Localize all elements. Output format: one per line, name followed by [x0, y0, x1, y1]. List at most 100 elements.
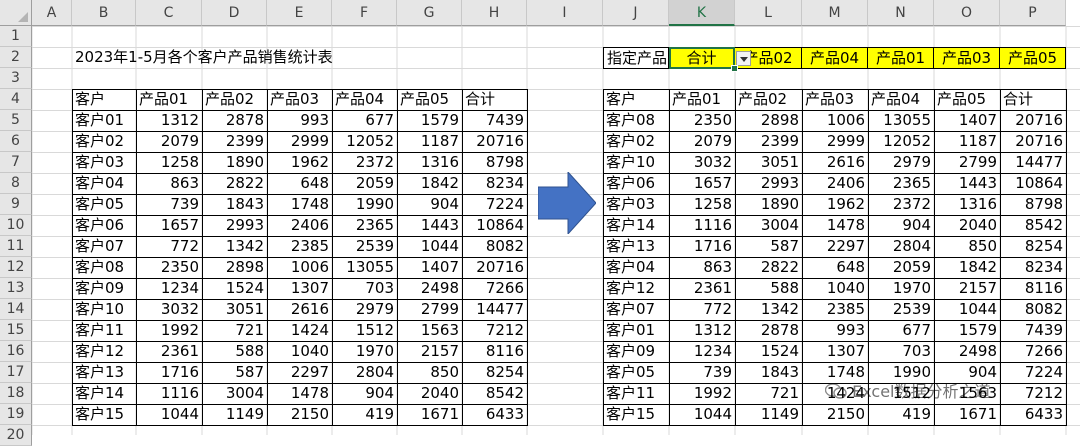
- row-header-14[interactable]: 14: [0, 299, 32, 320]
- source-customer-cell[interactable]: 客户06: [72, 215, 137, 237]
- column-header-D[interactable]: D: [202, 0, 267, 26]
- sorted-value-cell[interactable]: 1006: [802, 110, 869, 132]
- source-value-cell[interactable]: 1407: [397, 257, 463, 279]
- source-value-cell[interactable]: 8798: [462, 152, 528, 174]
- row-header-15[interactable]: 15: [0, 320, 32, 341]
- source-value-cell[interactable]: 772: [136, 236, 203, 258]
- sorted-value-cell[interactable]: 20716: [1000, 131, 1067, 153]
- source-value-cell[interactable]: 2999: [267, 131, 333, 153]
- row-header-5[interactable]: 5: [0, 110, 32, 131]
- sorted-value-cell[interactable]: 2350: [669, 110, 736, 132]
- sorted-value-cell[interactable]: 2040: [934, 215, 1001, 237]
- sorted-value-cell[interactable]: 2804: [868, 236, 935, 258]
- sorted-value-cell[interactable]: 863: [669, 257, 736, 279]
- source-value-cell[interactable]: 1187: [397, 131, 463, 153]
- sorted-value-cell[interactable]: 2616: [802, 152, 869, 174]
- sorted-value-cell[interactable]: 1342: [735, 299, 803, 321]
- source-value-cell[interactable]: 2150: [267, 404, 333, 426]
- source-value-cell[interactable]: 2385: [267, 236, 333, 258]
- column-header-I[interactable]: I: [527, 0, 603, 26]
- source-value-cell[interactable]: 12052: [332, 131, 398, 153]
- row-header-7[interactable]: 7: [0, 152, 32, 173]
- source-value-cell[interactable]: 2350: [136, 257, 203, 279]
- row-header-9[interactable]: 9: [0, 194, 32, 215]
- source-value-cell[interactable]: 2804: [332, 362, 398, 384]
- sorted-value-cell[interactable]: 2365: [868, 173, 935, 195]
- row-header-6[interactable]: 6: [0, 131, 32, 152]
- source-value-cell[interactable]: 1671: [397, 404, 463, 426]
- source-header-cell[interactable]: 产品01: [136, 89, 203, 111]
- sorted-value-cell[interactable]: 2999: [802, 131, 869, 153]
- source-value-cell[interactable]: 8116: [462, 341, 528, 363]
- source-value-cell[interactable]: 2898: [202, 257, 268, 279]
- sorted-value-cell[interactable]: 1116: [669, 215, 736, 237]
- source-value-cell[interactable]: 2361: [136, 341, 203, 363]
- sorted-value-cell[interactable]: 1040: [802, 278, 869, 300]
- source-value-cell[interactable]: 2365: [332, 215, 398, 237]
- source-value-cell[interactable]: 1524: [202, 278, 268, 300]
- sorted-value-cell[interactable]: 2498: [934, 341, 1001, 363]
- source-customer-cell[interactable]: 客户14: [72, 383, 137, 405]
- sorted-header-cell[interactable]: 产品04: [868, 89, 935, 111]
- source-value-cell[interactable]: 20716: [462, 257, 528, 279]
- sorted-value-cell[interactable]: 739: [669, 362, 736, 384]
- source-value-cell[interactable]: 2799: [397, 299, 463, 321]
- source-value-cell[interactable]: 20716: [462, 131, 528, 153]
- source-value-cell[interactable]: 419: [332, 404, 398, 426]
- sorted-value-cell[interactable]: 772: [669, 299, 736, 321]
- source-customer-cell[interactable]: 客户03: [72, 152, 137, 174]
- sorted-value-cell[interactable]: 3051: [735, 152, 803, 174]
- sorted-value-cell[interactable]: 2079: [669, 131, 736, 153]
- source-value-cell[interactable]: 588: [202, 341, 268, 363]
- sorted-value-cell[interactable]: 1424: [802, 383, 869, 405]
- source-value-cell[interactable]: 2822: [202, 173, 268, 195]
- source-value-cell[interactable]: 2878: [202, 110, 268, 132]
- row-header-20[interactable]: 20: [0, 425, 32, 446]
- column-header-A[interactable]: A: [32, 0, 72, 26]
- source-customer-cell[interactable]: 客户09: [72, 278, 137, 300]
- sorted-value-cell[interactable]: 648: [802, 257, 869, 279]
- source-value-cell[interactable]: 1342: [202, 236, 268, 258]
- source-value-cell[interactable]: 8082: [462, 236, 528, 258]
- sorted-value-cell[interactable]: 1563: [934, 383, 1001, 405]
- sorted-value-cell[interactable]: 1992: [669, 383, 736, 405]
- source-value-cell[interactable]: 703: [332, 278, 398, 300]
- sorted-value-cell[interactable]: 2993: [735, 173, 803, 195]
- sorted-value-cell[interactable]: 1149: [735, 404, 803, 426]
- source-value-cell[interactable]: 7212: [462, 320, 528, 342]
- source-value-cell[interactable]: 7266: [462, 278, 528, 300]
- sorted-value-cell[interactable]: 8542: [1000, 215, 1067, 237]
- source-value-cell[interactable]: 1990: [332, 194, 398, 216]
- sorted-value-cell[interactable]: 703: [868, 341, 935, 363]
- source-value-cell[interactable]: 2297: [267, 362, 333, 384]
- source-customer-cell[interactable]: 客户12: [72, 341, 137, 363]
- source-value-cell[interactable]: 6433: [462, 404, 528, 426]
- source-value-cell[interactable]: 721: [202, 320, 268, 342]
- sorted-value-cell[interactable]: 1316: [934, 194, 1001, 216]
- sorted-value-cell[interactable]: 904: [868, 215, 935, 237]
- sorted-header-cell[interactable]: 产品03: [802, 89, 869, 111]
- sorted-value-cell[interactable]: 1258: [669, 194, 736, 216]
- source-value-cell[interactable]: 2399: [202, 131, 268, 153]
- source-value-cell[interactable]: 1842: [397, 173, 463, 195]
- source-value-cell[interactable]: 904: [397, 194, 463, 216]
- sorted-value-cell[interactable]: 7266: [1000, 341, 1067, 363]
- source-value-cell[interactable]: 1512: [332, 320, 398, 342]
- row-header-11[interactable]: 11: [0, 236, 32, 257]
- row-header-16[interactable]: 16: [0, 341, 32, 362]
- source-value-cell[interactable]: 10864: [462, 215, 528, 237]
- sorted-value-cell[interactable]: 1748: [802, 362, 869, 384]
- sorted-value-cell[interactable]: 1579: [934, 320, 1001, 342]
- sorted-value-cell[interactable]: 2399: [735, 131, 803, 153]
- product-selector-cell[interactable]: 合计: [669, 47, 735, 69]
- sorted-value-cell[interactable]: 2979: [868, 152, 935, 174]
- sorted-value-cell[interactable]: 1443: [934, 173, 1001, 195]
- sorted-value-cell[interactable]: 2372: [868, 194, 935, 216]
- source-header-cell[interactable]: 产品04: [332, 89, 398, 111]
- sorted-value-cell[interactable]: 14477: [1000, 152, 1067, 174]
- sorted-value-cell[interactable]: 1890: [735, 194, 803, 216]
- sorted-value-cell[interactable]: 2361: [669, 278, 736, 300]
- source-value-cell[interactable]: 7224: [462, 194, 528, 216]
- sorted-customer-cell[interactable]: 客户01: [603, 320, 670, 342]
- source-value-cell[interactable]: 8254: [462, 362, 528, 384]
